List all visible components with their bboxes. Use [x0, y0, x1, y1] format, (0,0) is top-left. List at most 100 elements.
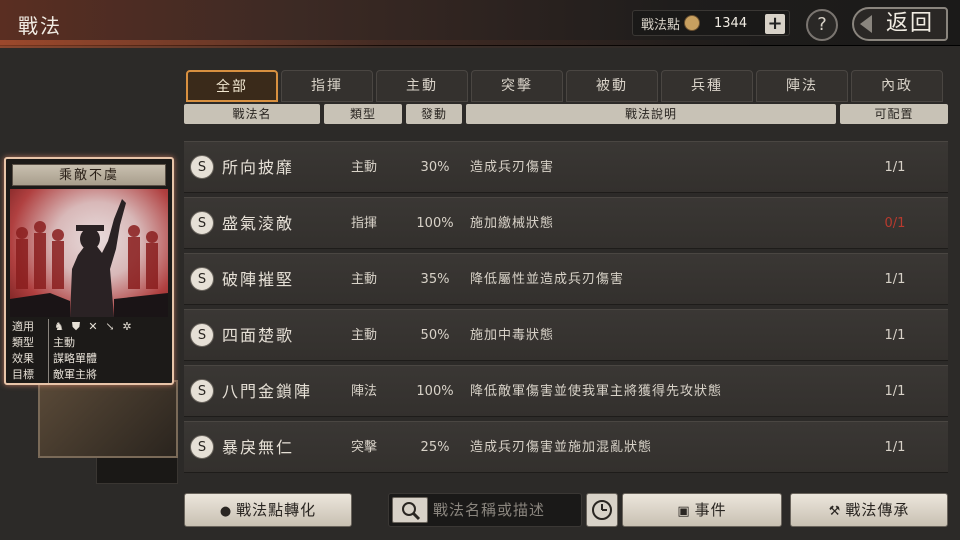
tactic-rate: 30%: [420, 160, 450, 175]
back-button-label: 返回: [885, 11, 934, 36]
applies-label: 適用: [12, 320, 34, 333]
tactic-desc: 降低敵軍傷害並使我軍主將獲得先攻狀態: [470, 384, 723, 399]
page-title: 戰法: [18, 14, 62, 38]
grade-badge: S: [190, 435, 214, 459]
tactic-type: 突擊: [350, 440, 377, 455]
tab-passive[interactable]: 被動: [566, 70, 658, 102]
card-title: 乘敵不虞: [12, 164, 166, 186]
grade-badge: S: [190, 379, 214, 403]
tactic-slot: 1/1: [884, 440, 906, 455]
event-icon: ▣: [677, 504, 691, 519]
grade-badge: S: [190, 211, 214, 235]
search-input[interactable]: [433, 496, 577, 524]
col-type[interactable]: 類型: [324, 104, 402, 124]
events-label: 事件: [694, 501, 727, 519]
tactic-slot: 0/1: [884, 216, 906, 231]
grade-badge: S: [190, 267, 214, 291]
tab-all[interactable]: 全部: [186, 70, 278, 102]
grade-badge: S: [190, 323, 214, 347]
applies-icons: ♞ ⛊ ✕ ↘ ✲: [48, 319, 133, 335]
back-button[interactable]: 返回: [852, 7, 948, 41]
back-arrow-icon: [860, 15, 872, 33]
card-info: 適用 ♞ ⛊ ✕ ↘ ✲ 類型 主動 效果 謀略單體 目標 敵軍主將: [12, 319, 170, 383]
tab-active[interactable]: 主動: [376, 70, 468, 102]
tab-assault[interactable]: 突擊: [471, 70, 563, 102]
card-stack-middle: [38, 380, 178, 458]
card-artwork: [10, 189, 168, 317]
wheel-icon: ✲: [122, 320, 132, 333]
clock-icon: [592, 500, 612, 520]
effect-value: 謀略單體: [48, 351, 97, 367]
tactic-name: 八門金鎖陣: [222, 382, 313, 401]
add-points-button[interactable]: +: [765, 14, 785, 34]
inherit-tactic-button[interactable]: ⚒ 戰法傳承: [790, 493, 948, 527]
effect-label: 效果: [12, 352, 34, 365]
col-slot[interactable]: 可配置: [840, 104, 948, 124]
col-desc: 戰法說明: [466, 104, 836, 124]
tactic-name: 暴戾無仁: [222, 438, 295, 457]
search-button[interactable]: [392, 497, 428, 523]
history-button[interactable]: [586, 493, 618, 527]
top-bar: 戰法 戰法點 1344 + ? 返回: [0, 0, 960, 48]
tactic-name: 所向披靡: [222, 158, 295, 177]
card-effect-row: 效果 謀略單體: [12, 351, 170, 367]
tactic-slot: 1/1: [884, 272, 906, 287]
target-label: 目標: [12, 368, 34, 381]
tab-formation[interactable]: 陣法: [756, 70, 848, 102]
col-rate[interactable]: 發動: [406, 104, 462, 124]
tactic-desc: 造成兵刃傷害並施加混亂狀態: [470, 440, 653, 455]
tactic-type: 主動: [350, 328, 377, 343]
hammer-icon: ⚒: [828, 504, 842, 519]
shield-icon: ⛊: [71, 320, 81, 333]
card-type-row: 類型 主動: [12, 335, 170, 351]
tactic-type: 主動: [350, 160, 377, 175]
tactic-type: 陣法: [350, 384, 377, 399]
tactic-slot: 1/1: [884, 384, 906, 399]
table-row[interactable]: S 盛氣淩敵 指揮 100% 施加繳械狀態 0/1: [184, 197, 948, 249]
card-target-row: 目標 敵軍主將: [12, 367, 170, 383]
table-row[interactable]: S 暴戾無仁 突擊 25% 造成兵刃傷害並施加混亂狀態 1/1: [184, 421, 948, 473]
grade-badge: S: [190, 155, 214, 179]
tactic-points-display: 戰法點 1344 +: [632, 10, 790, 36]
tab-internal[interactable]: 內政: [851, 70, 943, 102]
tab-command[interactable]: 指揮: [281, 70, 373, 102]
events-button[interactable]: ▣ 事件: [622, 493, 782, 527]
tactic-slot: 1/1: [884, 328, 906, 343]
tab-troop[interactable]: 兵種: [661, 70, 753, 102]
tactic-desc: 造成兵刃傷害: [470, 160, 555, 175]
points-coin-icon: [684, 15, 701, 31]
convert-points-button[interactable]: ● 戰法點轉化: [184, 493, 352, 527]
table-row[interactable]: S 所向披靡 主動 30% 造成兵刃傷害 1/1: [184, 141, 948, 193]
search-icon: [402, 502, 421, 521]
tactic-desc: 施加繳械狀態: [470, 216, 555, 231]
col-name[interactable]: 戰法名: [184, 104, 320, 124]
type-value: 主動: [48, 335, 75, 351]
card-applies-row: 適用 ♞ ⛊ ✕ ↘ ✲: [12, 319, 170, 335]
spear-icon: ↘: [105, 320, 115, 333]
table-row[interactable]: S 破陣摧堅 主動 35% 降低屬性並造成兵刃傷害 1/1: [184, 253, 948, 305]
tactic-rate: 25%: [420, 440, 450, 455]
tactic-rate: 50%: [420, 328, 450, 343]
tactic-name: 四面楚歌: [222, 326, 295, 345]
tactic-name: 盛氣淩敵: [222, 214, 295, 233]
cavalry-icon: ♞: [54, 320, 64, 333]
points-label: 戰法點: [641, 17, 681, 33]
tactic-name: 破陣摧堅: [222, 270, 295, 289]
type-label: 類型: [12, 336, 34, 349]
points-value: 1344: [714, 15, 748, 31]
tactic-rate: 35%: [420, 272, 450, 287]
header-glow: [0, 40, 960, 48]
tactic-desc: 降低屬性並造成兵刃傷害: [470, 272, 625, 287]
general-silhouette-art: [10, 199, 168, 317]
search-box: [388, 493, 582, 527]
flame-icon: ●: [219, 504, 233, 519]
tactic-card[interactable]: 乘敵不虞 適用 ♞ ⛊ ✕ ↘ ✲ 類型 主動 效果 謀略單體 目標 敵軍主將: [4, 157, 174, 385]
help-button[interactable]: ?: [806, 9, 838, 41]
tactic-type: 指揮: [350, 216, 377, 231]
inherit-tactic-label: 戰法傳承: [845, 501, 910, 519]
table-row[interactable]: S 八門金鎖陣 陣法 100% 降低敵軍傷害並使我軍主將獲得先攻狀態 1/1: [184, 365, 948, 417]
bow-icon: ✕: [88, 320, 98, 333]
tactic-type: 主動: [350, 272, 377, 287]
table-row[interactable]: S 四面楚歌 主動 50% 施加中毒狀態 1/1: [184, 309, 948, 361]
tactic-rate: 100%: [416, 384, 454, 399]
